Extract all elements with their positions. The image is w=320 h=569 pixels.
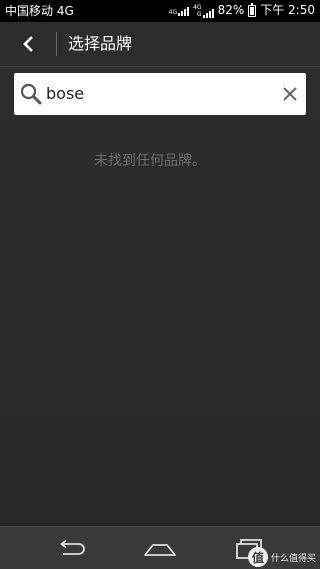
clock: 下午 2:50	[260, 3, 315, 17]
network-type-2-sub: G	[196, 10, 202, 18]
battery-icon	[248, 2, 257, 17]
close-icon[interactable]	[280, 84, 300, 104]
battery-percent: 82%	[217, 3, 245, 17]
search-input[interactable]	[46, 83, 276, 105]
navigation-bar: 值 什么值得买	[0, 526, 320, 569]
nav-back-button[interactable]	[49, 535, 93, 563]
signal-2-icon: 4G G	[193, 3, 214, 18]
empty-message: 未找到任何品牌。	[94, 153, 206, 169]
search-box[interactable]	[14, 73, 306, 115]
page-title: 选择品牌	[68, 34, 133, 53]
watermark-text: 什么值得买	[270, 553, 316, 564]
signal-1-icon: 4G	[168, 6, 190, 16]
status-indicators: 4G 4G G 82% 下午 2:50	[168, 2, 315, 18]
carrier-label: 中国移动 4G	[5, 4, 74, 18]
watermark-badge: 值	[247, 547, 268, 567]
header-divider	[56, 32, 57, 56]
status-bar: 中国移动 4G 4G 4G G 82% 下午 2:50	[0, 0, 320, 22]
screen: 中国移动 4G 4G 4G G 82% 下午 2:50 选择品牌 bose 未找…	[0, 0, 320, 569]
home-icon	[144, 544, 176, 556]
back-button[interactable]	[12, 30, 44, 58]
watermark: 值 什么值得买	[247, 547, 316, 567]
search-icon	[20, 83, 42, 105]
nav-home-button[interactable]	[138, 535, 182, 563]
return-arrow-icon	[60, 539, 85, 555]
network-type-1: 4G	[168, 8, 178, 16]
header: 选择品牌	[0, 22, 320, 67]
network-type-2: 4G	[193, 3, 202, 11]
chevron-left-icon	[23, 36, 33, 52]
